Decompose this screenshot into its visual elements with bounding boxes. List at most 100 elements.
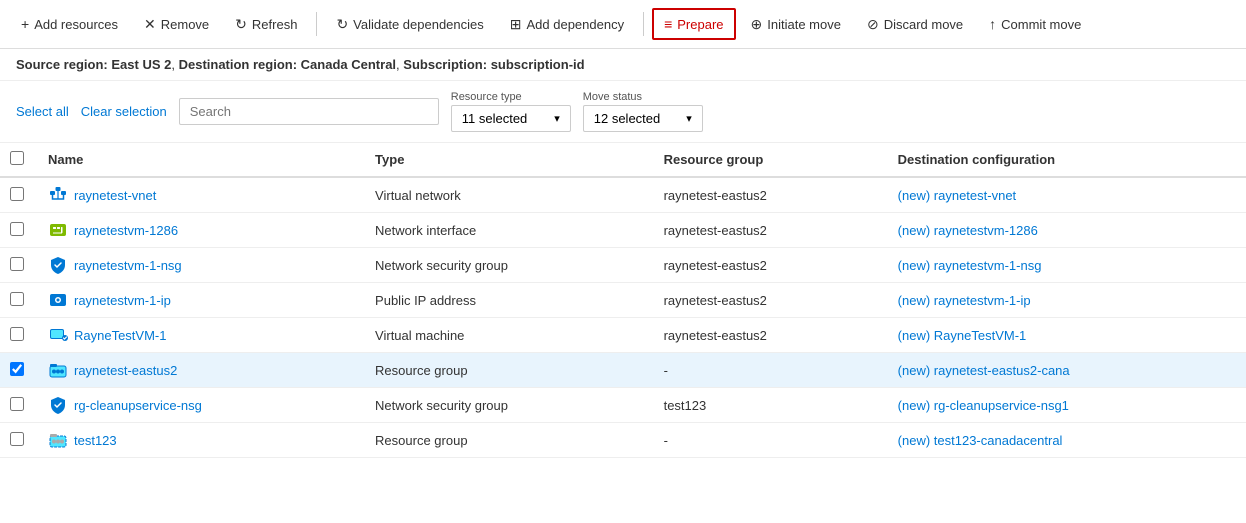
toolbar-separator xyxy=(316,12,317,36)
resource-name-link-1[interactable]: raynetestvm-1286 xyxy=(74,223,178,238)
row-checkbox-1[interactable] xyxy=(10,222,24,236)
name-cell-6: rg-cleanupservice-nsg xyxy=(48,395,351,415)
dest-label: Destination region: xyxy=(179,57,297,72)
resource-group-cell-4: raynetest-eastus2 xyxy=(652,318,886,353)
destination-cell-2: (new) raynetestvm-1-nsg xyxy=(886,248,1246,283)
info-bar: Source region: East US 2, Destination re… xyxy=(0,49,1246,81)
move-status-value: 12 selected xyxy=(594,111,661,126)
commit-move-icon: ↑ xyxy=(989,16,996,32)
initiate-move-label: Initiate move xyxy=(767,17,841,32)
resource-type-cell-0: Virtual network xyxy=(363,177,652,213)
table-row[interactable]: test123 Resource group-(new) test123-can… xyxy=(0,423,1246,458)
table-row[interactable]: raynetest-vnet Virtual networkraynetest-… xyxy=(0,177,1246,213)
toolbar-btn-validate-dependencies[interactable]: ↻Validate dependencies xyxy=(325,9,494,40)
table-row[interactable]: raynetest-eastus2 Resource group-(new) r… xyxy=(0,353,1246,388)
resource-name-link-2[interactable]: raynetestvm-1-nsg xyxy=(74,258,182,273)
name-cell-0: raynetest-vnet xyxy=(48,185,351,205)
destination-cell-5: (new) raynetest-eastus2-cana xyxy=(886,353,1246,388)
resource-icon-pip-3 xyxy=(48,290,68,310)
resource-type-dropdown[interactable]: 11 selected ▾ xyxy=(451,105,571,132)
destination-cell-1: (new) raynetestvm-1286 xyxy=(886,213,1246,248)
row-checkbox-3[interactable] xyxy=(10,292,24,306)
resource-type-group: Resource type 11 selected ▾ xyxy=(451,91,571,132)
resource-group-cell-3: raynetest-eastus2 xyxy=(652,283,886,318)
resource-name-link-6[interactable]: rg-cleanupservice-nsg xyxy=(74,398,202,413)
resource-type-cell-6: Network security group xyxy=(363,388,652,423)
table-row[interactable]: raynetestvm-1286 Network interfaceraynet… xyxy=(0,213,1246,248)
toolbar-separator xyxy=(643,12,644,36)
table-row[interactable]: raynetestvm-1-ip Public IP addressraynet… xyxy=(0,283,1246,318)
initiate-move-icon: ⊕ xyxy=(751,16,763,33)
row-checkbox-5[interactable] xyxy=(10,362,24,376)
move-status-label: Move status xyxy=(583,91,703,103)
toolbar-btn-refresh[interactable]: ↻Refresh xyxy=(224,9,308,40)
resource-name-link-5[interactable]: raynetest-eastus2 xyxy=(74,363,177,378)
toolbar-btn-discard-move[interactable]: ⊘ Discard move xyxy=(856,9,974,40)
destination-cell-3: (new) raynetestvm-1-ip xyxy=(886,283,1246,318)
resource-name-link-0[interactable]: raynetest-vnet xyxy=(74,188,156,203)
commit-move-label: Commit move xyxy=(1001,17,1081,32)
remove-label: Remove xyxy=(161,17,209,32)
col-header-type: Type xyxy=(363,143,652,177)
resource-name-link-7[interactable]: test123 xyxy=(74,433,117,448)
row-checkbox-0[interactable] xyxy=(10,187,24,201)
move-status-group: Move status 12 selected ▾ xyxy=(583,91,703,132)
resource-name-link-3[interactable]: raynetestvm-1-ip xyxy=(74,293,171,308)
sub-label: Subscription: xyxy=(403,57,487,72)
resource-type-cell-1: Network interface xyxy=(363,213,652,248)
resource-icon-nsg-6 xyxy=(48,395,68,415)
resource-group-cell-7: - xyxy=(652,423,886,458)
resource-icon-vm-4 xyxy=(48,325,68,345)
table-row[interactable]: RayneTestVM-1 Virtual machineraynetest-e… xyxy=(0,318,1246,353)
resource-group-cell-2: raynetest-eastus2 xyxy=(652,248,886,283)
move-status-dropdown[interactable]: 12 selected ▾ xyxy=(583,105,703,132)
toolbar-btn-add-resources[interactable]: +Add resources xyxy=(10,9,129,39)
name-cell-4: RayneTestVM-1 xyxy=(48,325,351,345)
sub-value: subscription-id xyxy=(491,57,585,72)
resource-table: NameTypeResource groupDestination config… xyxy=(0,143,1246,458)
destination-cell-4: (new) RayneTestVM-1 xyxy=(886,318,1246,353)
toolbar-btn-add-dependency[interactable]: ⊞Add dependency xyxy=(499,9,635,40)
resource-group-cell-0: raynetest-eastus2 xyxy=(652,177,886,213)
destination-cell-7: (new) test123-canadacentral xyxy=(886,423,1246,458)
resource-name-link-4[interactable]: RayneTestVM-1 xyxy=(74,328,166,343)
source-label: Source region: xyxy=(16,57,108,72)
add-dependency-icon: ⊞ xyxy=(510,16,522,33)
prepare-icon: ≡ xyxy=(664,16,672,32)
select-all-link[interactable]: Select all xyxy=(16,104,69,119)
resource-type-cell-7: Resource group xyxy=(363,423,652,458)
table-row[interactable]: rg-cleanupservice-nsg Network security g… xyxy=(0,388,1246,423)
prepare-label: Prepare xyxy=(677,17,723,32)
refresh-icon: ↻ xyxy=(235,16,247,33)
toolbar-btn-prepare[interactable]: ≡ Prepare xyxy=(652,8,735,40)
col-header-destination-configuration: Destination configuration xyxy=(886,143,1246,177)
discard-move-label: Discard move xyxy=(884,17,963,32)
resource-icon-rg2-7 xyxy=(48,430,68,450)
filter-bar: Select all Clear selection Resource type… xyxy=(0,81,1246,143)
col-header-resource-group: Resource group xyxy=(652,143,886,177)
add-resources-icon: + xyxy=(21,16,29,32)
resource-type-chevron-icon: ▾ xyxy=(554,112,560,125)
select-all-checkbox[interactable] xyxy=(10,151,24,165)
row-checkbox-2[interactable] xyxy=(10,257,24,271)
search-input[interactable] xyxy=(179,98,439,125)
resource-icon-nsg-2 xyxy=(48,255,68,275)
row-checkbox-4[interactable] xyxy=(10,327,24,341)
resource-group-cell-6: test123 xyxy=(652,388,886,423)
col-header-name: Name xyxy=(36,143,363,177)
resource-group-cell-5: - xyxy=(652,353,886,388)
move-status-chevron-icon: ▾ xyxy=(686,112,692,125)
remove-icon: ✕ xyxy=(144,16,156,33)
clear-selection-link[interactable]: Clear selection xyxy=(81,104,167,119)
row-checkbox-6[interactable] xyxy=(10,397,24,411)
table-row[interactable]: raynetestvm-1-nsg Network security group… xyxy=(0,248,1246,283)
toolbar-btn-remove[interactable]: ✕ Remove xyxy=(133,9,220,40)
destination-cell-6: (new) rg-cleanupservice-nsg1 xyxy=(886,388,1246,423)
row-checkbox-7[interactable] xyxy=(10,432,24,446)
name-cell-7: test123 xyxy=(48,430,351,450)
resource-type-label: Resource type xyxy=(451,91,571,103)
toolbar-btn-initiate-move[interactable]: ⊕ Initiate move xyxy=(740,9,852,40)
toolbar-btn-commit-move[interactable]: ↑ Commit move xyxy=(978,9,1092,39)
dest-value: Canada Central xyxy=(301,57,396,72)
discard-move-icon: ⊘ xyxy=(867,16,879,33)
